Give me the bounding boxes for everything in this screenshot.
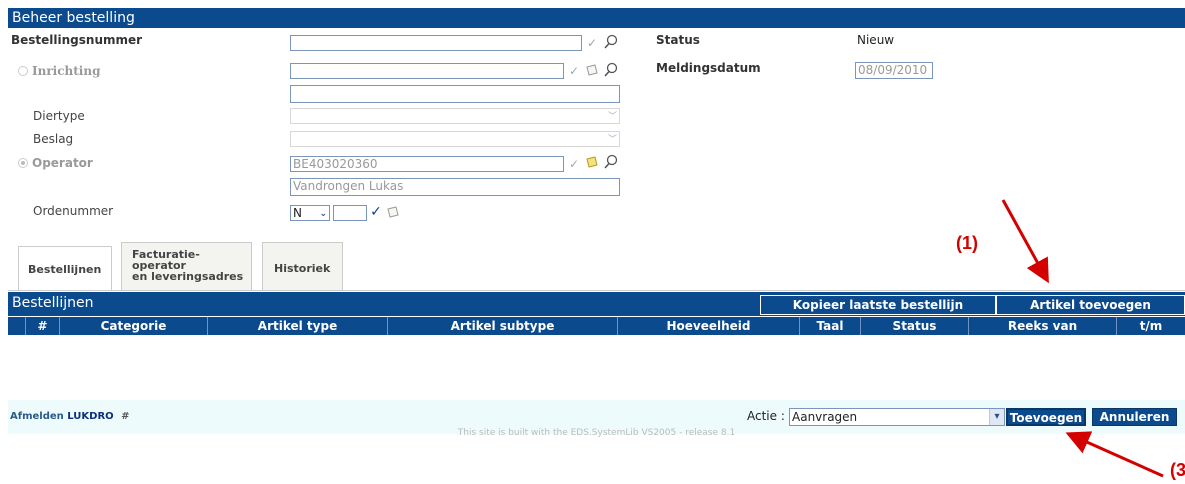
- annotation-arrow-1: [1001, 199, 1049, 284]
- annotation-arrows: [1001, 199, 1164, 478]
- annotation-arrow-3: [1065, 431, 1164, 478]
